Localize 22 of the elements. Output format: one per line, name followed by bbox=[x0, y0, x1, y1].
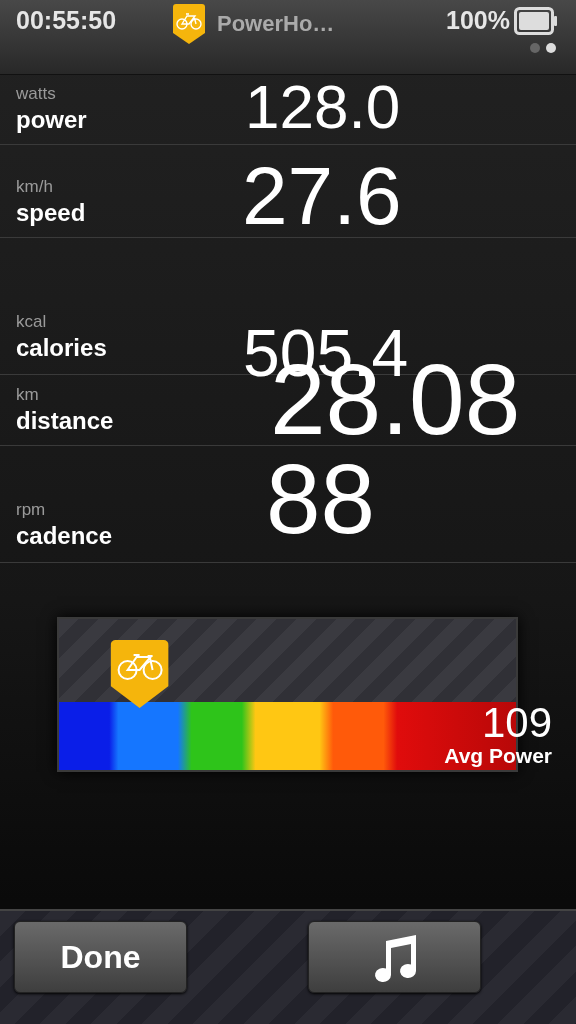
page-dot[interactable] bbox=[546, 43, 556, 53]
metric-unit: rpm bbox=[16, 500, 47, 520]
metric-unit: kcal bbox=[16, 312, 48, 332]
bicycle-badge-icon bbox=[173, 4, 205, 44]
page-dot[interactable] bbox=[530, 43, 540, 53]
metric-name: distance bbox=[16, 407, 114, 435]
metric-name: speed bbox=[16, 199, 86, 227]
metric-value: 27.6 bbox=[242, 155, 402, 237]
metric-value: 128.0 bbox=[245, 76, 401, 138]
metric-name: cadence bbox=[16, 522, 113, 550]
app-title: PowerHo… bbox=[217, 11, 335, 37]
metric-name: calories bbox=[16, 334, 107, 362]
done-button[interactable]: Done bbox=[14, 921, 187, 993]
metric-name: power bbox=[16, 106, 87, 134]
metric-unit: watts bbox=[16, 84, 57, 104]
music-button[interactable] bbox=[308, 921, 481, 993]
battery-percent: 100% bbox=[446, 6, 510, 35]
metric-unit: km/h bbox=[16, 177, 54, 197]
metric-value: 88 bbox=[266, 450, 375, 548]
metric-unit: km bbox=[16, 385, 40, 405]
battery-icon bbox=[514, 6, 558, 35]
clock-time: 00:55:50 bbox=[16, 6, 117, 35]
